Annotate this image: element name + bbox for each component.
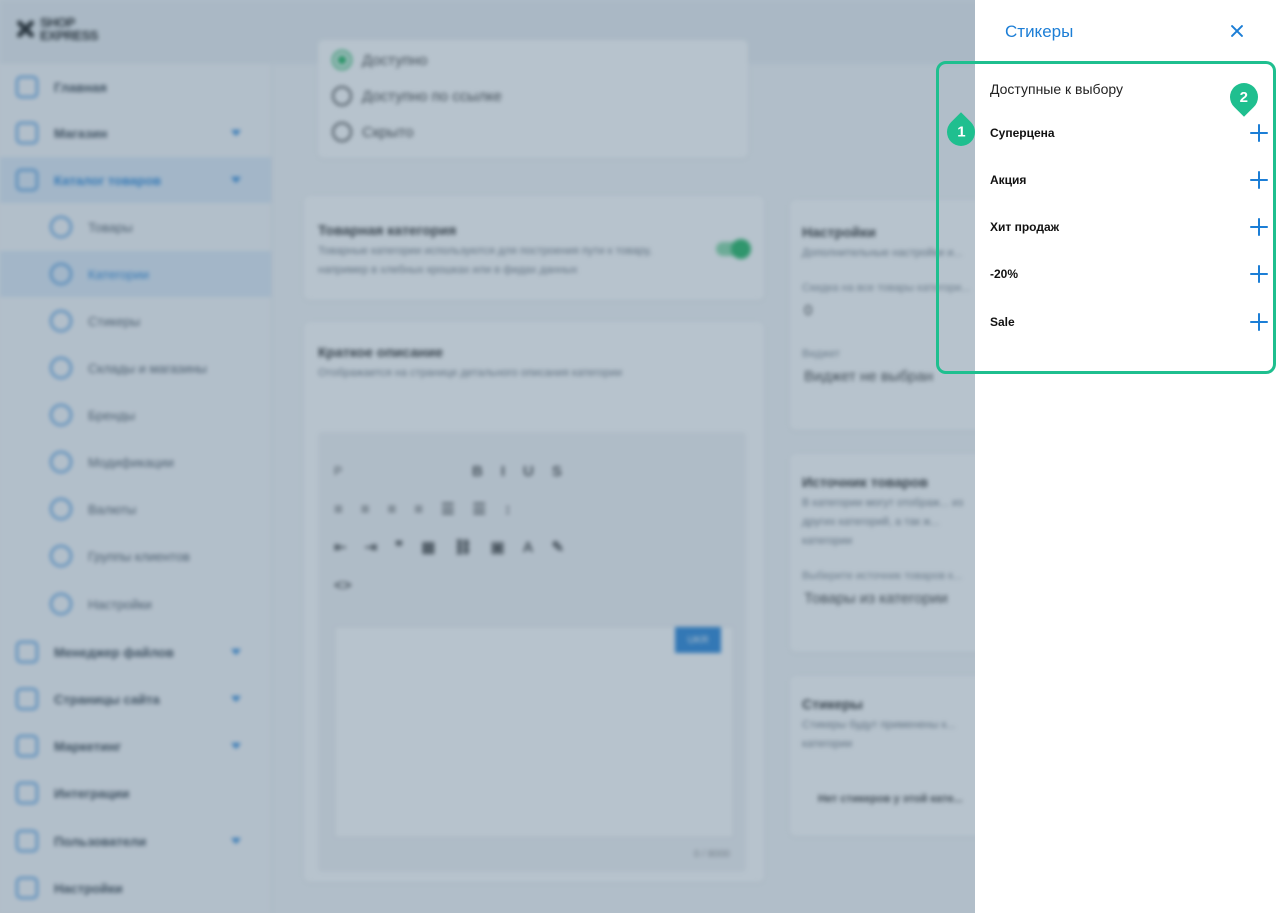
drawer-title: Стикеры [1005,22,1074,41]
close-icon[interactable] [1227,21,1247,41]
tutorial-highlight-frame [936,61,1276,374]
modal-overlay[interactable] [0,0,975,913]
step-number: 2 [1239,88,1249,106]
step-number: 1 [956,123,966,141]
